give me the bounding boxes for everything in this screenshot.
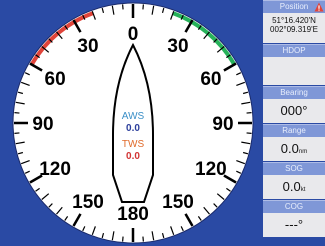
longitude-value: 002°09.319'E: [270, 25, 318, 34]
position-header: Position: [263, 0, 325, 13]
wind-gauge-panel: 150 120 90 60 30 0 30 60 90 120 150 180 AWS 0.0 TWS…: [0, 0, 262, 246]
bearing-header: Bearing: [263, 86, 325, 99]
wind-gauge: 1501209060300306090120150180 AWS 0.0 TWS…: [12, 2, 254, 244]
dial-label: 120: [195, 159, 227, 180]
hdop-value: [263, 57, 325, 85]
range-unit: nm: [298, 149, 308, 155]
dial-label: 90: [212, 114, 233, 135]
dial-label: 0: [128, 24, 139, 45]
dial-label: 90: [32, 114, 53, 135]
dial-label: 180: [117, 204, 149, 225]
position-header-label: Position: [279, 2, 309, 11]
sog-unit: kt: [300, 187, 306, 193]
latitude-value: 51°16.420'N: [272, 16, 316, 25]
hdop-header: HDOP: [263, 44, 325, 57]
cog-value: ---°: [263, 213, 325, 237]
warning-triangle-icon[interactable]: [314, 2, 324, 12]
dial-label: 150: [72, 192, 104, 213]
tws-label: TWS: [122, 139, 145, 150]
dial-label: 60: [45, 69, 66, 90]
aws-value: 0.0: [126, 123, 140, 134]
data-side-panel: Position 51°16.420'N 002°09.319'E HDOP B…: [263, 0, 325, 246]
dial-label: 120: [39, 159, 71, 180]
sog-header: SOG: [263, 162, 325, 175]
cog-header: COG: [263, 200, 325, 213]
dial-label: 30: [77, 36, 98, 57]
bearing-value: 000°: [263, 99, 325, 123]
range-number: 0.0: [280, 141, 299, 156]
position-value: 51°16.420'N 002°09.319'E: [263, 13, 325, 43]
dial-label: 30: [167, 36, 188, 57]
range-header: Range: [263, 124, 325, 137]
sog-value: 0.0kt: [263, 175, 325, 199]
sog-number: 0.0: [282, 179, 301, 194]
range-value: 0.0nm: [263, 137, 325, 161]
dial-label: 60: [200, 69, 221, 90]
aws-label: AWS: [122, 111, 145, 122]
tws-value: 0.0: [126, 151, 140, 162]
dial-label: 150: [162, 192, 194, 213]
